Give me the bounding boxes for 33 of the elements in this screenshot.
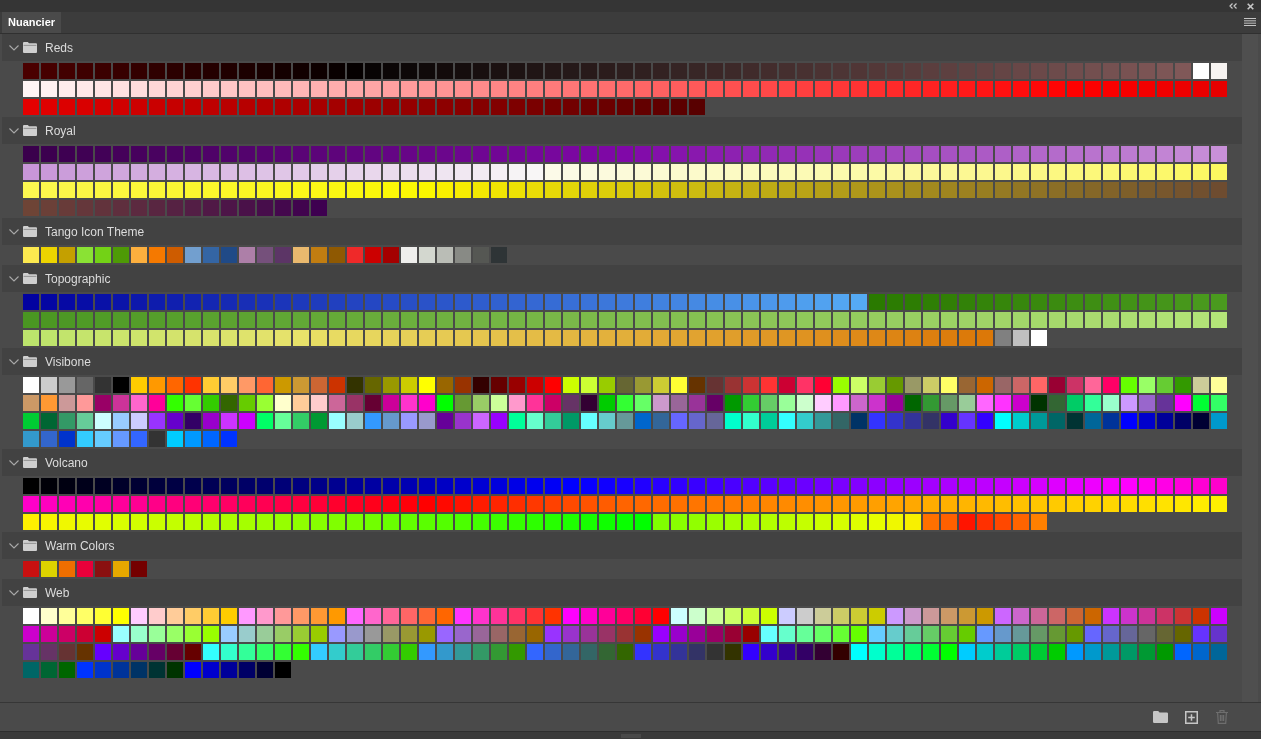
- chevron-down-icon[interactable]: [9, 127, 19, 134]
- folder-icon: [23, 226, 37, 237]
- group-name: Tango Icon Theme: [45, 223, 145, 241]
- scrollbar[interactable]: [1242, 34, 1258, 702]
- group-name: Reds: [45, 39, 73, 57]
- plus-square-icon: [1184, 710, 1198, 724]
- chevron-down-icon[interactable]: [9, 459, 19, 466]
- trash-icon: [1216, 710, 1228, 724]
- chevron-down-icon[interactable]: [9, 228, 19, 235]
- group-name: Volcano: [45, 454, 88, 472]
- folder-icon: [23, 540, 37, 551]
- folder-icon: [23, 457, 37, 468]
- menu-icon[interactable]: [1244, 18, 1256, 26]
- chevron-down-icon[interactable]: [9, 275, 19, 282]
- folder-icon: [23, 356, 37, 367]
- folder-icon: [23, 125, 37, 136]
- resize-grip-icon[interactable]: [620, 733, 641, 738]
- group-name: Royal: [45, 122, 76, 140]
- chevron-down-icon[interactable]: [9, 542, 19, 549]
- group-name: Warm Colors: [45, 537, 115, 555]
- folder-icon: [23, 587, 37, 598]
- double-chevron-left-icon[interactable]: [1229, 3, 1237, 9]
- folder-icon: [1152, 711, 1168, 723]
- tab[interactable]: Nuancier: [2, 12, 62, 33]
- chevron-down-icon[interactable]: [9, 589, 19, 596]
- group-name: Topographic: [45, 270, 111, 288]
- folder-icon: [23, 273, 37, 284]
- close-icon[interactable]: [1247, 2, 1254, 10]
- group-name: Visibone: [45, 353, 91, 371]
- chevron-down-icon[interactable]: [9, 358, 19, 365]
- folder-icon: [23, 42, 37, 53]
- group-name: Web: [45, 584, 70, 602]
- chevron-down-icon[interactable]: [9, 44, 19, 51]
